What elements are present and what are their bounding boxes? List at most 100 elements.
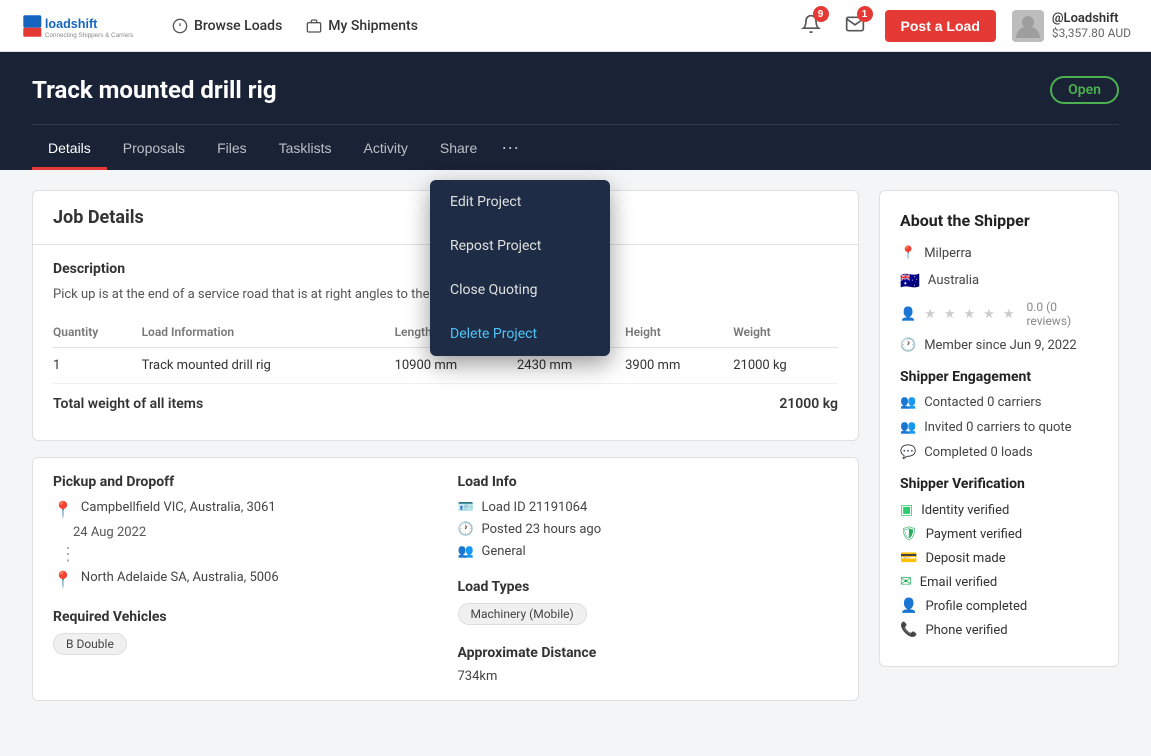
category-icon: 👥: [458, 544, 474, 559]
dropdown-menu: Edit Project Repost Project Close Quotin…: [430, 180, 610, 356]
distance-value: 734km: [458, 669, 839, 684]
payment-label: Payment verified: [926, 527, 1022, 542]
star-3: ★: [964, 307, 976, 322]
nav-links: Browse Loads My Shipments: [172, 18, 797, 34]
total-value: 21000 kg: [779, 396, 838, 412]
pickup-to: North Adelaide SA, Australia, 5006: [81, 570, 279, 585]
col-load-info: Load Information: [142, 317, 395, 348]
load-types-label: Load Types: [458, 579, 839, 595]
pickup-card-body: Pickup and Dropoff 📍 Campbellfield VIC, …: [33, 458, 858, 700]
page-title: Track mounted drill rig: [32, 76, 1119, 104]
pickup-col: Pickup and Dropoff 📍 Campbellfield VIC, …: [53, 474, 434, 684]
deposit-check-icon: 💳: [900, 550, 917, 566]
my-shipments-label: My Shipments: [328, 18, 418, 34]
distance-label: Approximate Distance: [458, 645, 839, 661]
dropdown-edit-project[interactable]: Edit Project: [430, 180, 610, 224]
category-row: 👥 General: [458, 544, 839, 559]
member-since-row: 🕐 Member since Jun 9, 2022: [900, 338, 1098, 353]
category: General: [482, 544, 526, 559]
nav-right: 9 1 Post a Load @Loadshift $3,357.80 AUD: [797, 10, 1131, 42]
right-panel: About the Shipper 📍 Milperra 🇦🇺 Australi…: [879, 190, 1119, 717]
vehicles-label: Required Vehicles: [53, 609, 434, 625]
email-check-icon: ✉: [900, 574, 912, 590]
total-row: Total weight of all items 21000 kg: [53, 384, 838, 424]
status-badge: Open: [1050, 76, 1119, 104]
post-load-button[interactable]: Post a Load: [885, 10, 996, 42]
posted-row: 🕐 Posted 23 hours ago: [458, 522, 839, 537]
svg-text:Connecting Shippers & Carriers: Connecting Shippers & Carriers: [45, 31, 134, 38]
vehicle-type-tag: B Double: [53, 633, 127, 655]
more-tabs-button[interactable]: ···: [493, 125, 527, 170]
person-icon: 👤: [900, 307, 916, 322]
dropdown-delete-project[interactable]: Delete Project: [430, 312, 610, 356]
tab-tasklists[interactable]: Tasklists: [263, 125, 348, 170]
posted-time: Posted 23 hours ago: [482, 522, 602, 537]
load-info-label: Load Info: [458, 474, 839, 490]
col-height: Height: [625, 317, 733, 348]
tabs-bar: Details Proposals Files Tasklists Activi…: [32, 124, 1119, 170]
completed-label: Completed 0 loads: [924, 445, 1033, 460]
cell-load-info: Track mounted drill rig: [142, 347, 395, 383]
phone-label: Phone verified: [925, 623, 1007, 638]
calendar-icon: 🕐: [900, 338, 916, 353]
phone-row: 📞 Phone verified: [900, 622, 1098, 638]
shipper-country: Australia: [928, 273, 979, 288]
from-icon: 📍: [53, 500, 73, 519]
vehicles-section: Required Vehicles B Double: [53, 609, 434, 655]
shipper-title: About the Shipper: [900, 211, 1098, 230]
navbar: loadshift Connecting Shippers & Carriers…: [0, 0, 1151, 52]
dropdown-close-quoting[interactable]: Close Quoting: [430, 268, 610, 312]
messages-button[interactable]: 1: [841, 10, 869, 41]
star-1: ★: [924, 307, 936, 322]
user-info: @Loadshift $3,357.80 AUD: [1052, 11, 1131, 40]
load-id-row: 🪪 Load ID 21191064: [458, 500, 839, 515]
completed-row: 💬 Completed 0 loads: [900, 445, 1098, 460]
identity-check-icon: ▣: [900, 502, 913, 518]
two-col-layout: Pickup and Dropoff 📍 Campbellfield VIC, …: [53, 474, 838, 684]
notifications-button[interactable]: 9: [797, 10, 825, 41]
pickup-from-row: 📍 Campbellfield VIC, Australia, 3061: [53, 500, 434, 519]
message-badge: 1: [857, 6, 873, 22]
shipper-location-row: 📍 Milperra: [900, 246, 1098, 261]
user-area[interactable]: @Loadshift $3,357.80 AUD: [1012, 10, 1131, 42]
shipper-card: About the Shipper 📍 Milperra 🇦🇺 Australi…: [879, 190, 1119, 667]
user-avatar: [1012, 10, 1044, 42]
contact-icon: 👥: [900, 395, 916, 410]
logo[interactable]: loadshift Connecting Shippers & Carriers: [20, 8, 140, 44]
shipper-rating: 0.0 (0 reviews): [1026, 300, 1098, 328]
phone-check-icon: 📞: [900, 622, 917, 638]
cell-weight: 21000 kg: [733, 347, 838, 383]
identity-row: ▣ Identity verified: [900, 502, 1098, 518]
tab-files[interactable]: Files: [201, 125, 263, 170]
cell-height: 3900 mm: [625, 347, 733, 383]
total-label: Total weight of all items: [53, 396, 203, 412]
tab-details[interactable]: Details: [32, 125, 107, 170]
verification-section: Shipper Verification ▣ Identity verified…: [900, 476, 1098, 638]
col-weight: Weight: [733, 317, 838, 348]
load-types-section: Load Types Machinery (Mobile): [458, 579, 839, 625]
deposit-label: Deposit made: [925, 551, 1005, 566]
cell-quantity: 1: [53, 347, 142, 383]
distance-section: Approximate Distance 734km: [458, 645, 839, 684]
email-row: ✉ Email verified: [900, 574, 1098, 590]
shipper-rating-row: 👤 ★ ★ ★ ★ ★ 0.0 (0 reviews): [900, 300, 1098, 328]
pickup-section: 📍 Campbellfield VIC, Australia, 3061 24 …: [53, 500, 434, 589]
star-4: ★: [983, 307, 995, 322]
profile-label: Profile completed: [925, 599, 1027, 614]
id-icon: 🪪: [458, 500, 474, 515]
contacted-label: Contacted 0 carriers: [924, 395, 1041, 410]
hero-section: Track mounted drill rig Open Details Pro…: [0, 52, 1151, 170]
dropdown-repost-project[interactable]: Repost Project: [430, 224, 610, 268]
member-since: Member since Jun 9, 2022: [924, 338, 1077, 353]
route-dots: ⋮: [59, 546, 77, 564]
tab-proposals[interactable]: Proposals: [107, 125, 201, 170]
browse-loads-link[interactable]: Browse Loads: [172, 18, 282, 34]
my-shipments-link[interactable]: My Shipments: [306, 18, 418, 34]
location-icon: 📍: [900, 246, 916, 261]
deposit-row: 💳 Deposit made: [900, 550, 1098, 566]
notification-badge: 9: [813, 6, 829, 22]
contacted-row: 👥 Contacted 0 carriers: [900, 395, 1098, 410]
tab-share[interactable]: Share: [424, 125, 493, 170]
tab-activity[interactable]: Activity: [348, 125, 424, 170]
engagement-title: Shipper Engagement: [900, 369, 1098, 385]
